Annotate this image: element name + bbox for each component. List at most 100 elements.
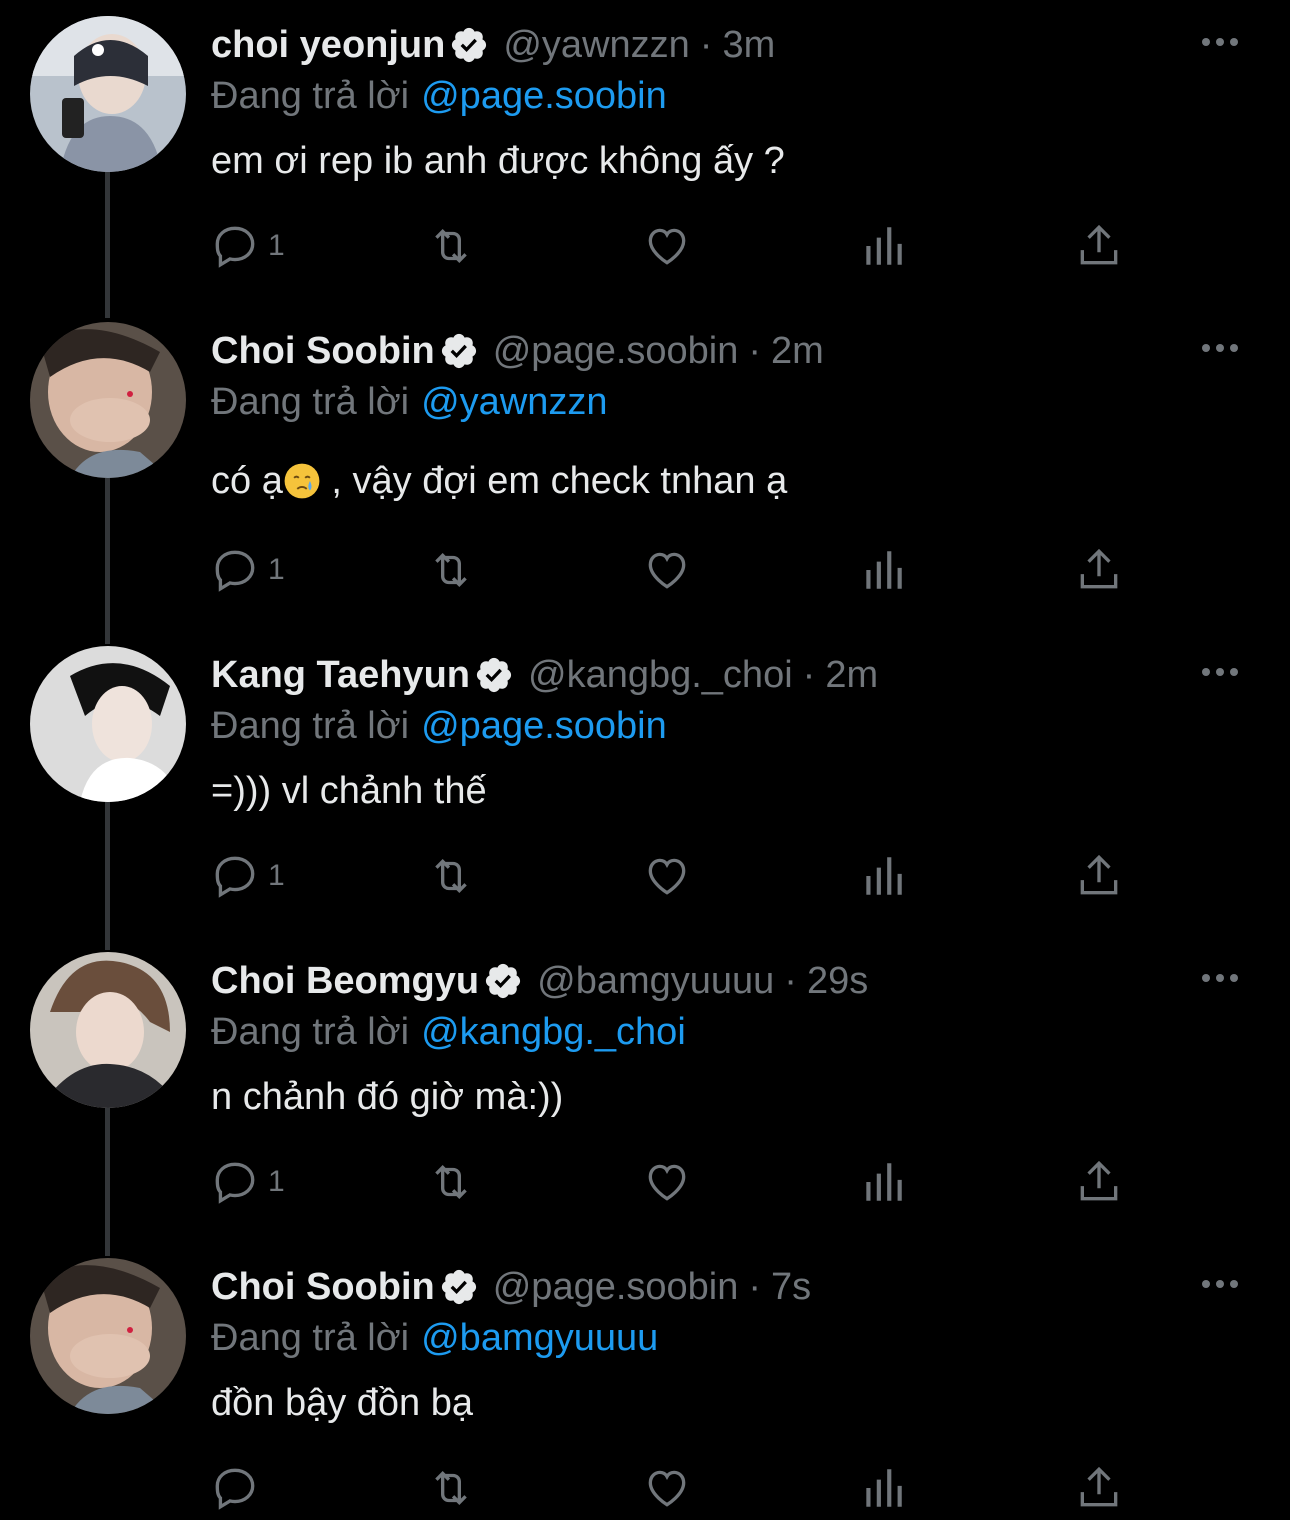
mention-link[interactable]: @yawnzzn [421,381,607,424]
tweet[interactable]: Choi Soobin @page.soobin · 7s Đang trả l… [0,1242,1290,1520]
share-button[interactable] [1074,542,1124,598]
like-button[interactable] [642,1460,692,1516]
views-button[interactable] [858,1154,908,1210]
retweet-icon [435,859,467,893]
handle[interactable]: @page.soobin [493,330,739,373]
handle[interactable]: @bamgyuuuu [537,960,774,1003]
more-icon[interactable] [1200,966,1240,990]
display-name[interactable]: Kang Taehyun [211,654,470,697]
like-button[interactable] [642,848,692,904]
views-icon [866,551,902,589]
replying-to: Đang trả lời @kangbg._choi [211,1008,686,1056]
share-icon [1080,224,1118,265]
avatar[interactable] [30,646,186,802]
mention-link[interactable]: @page.soobin [421,705,667,748]
timestamp[interactable]: 3m [722,24,775,67]
reply-count: 1 [268,229,285,262]
reply-button[interactable]: 1 [210,848,285,904]
views-button[interactable] [858,542,908,598]
retweet-button[interactable] [426,1154,476,1210]
share-icon [1080,1160,1118,1201]
display-name[interactable]: Choi Soobin [211,330,435,373]
tweet[interactable]: Kang Taehyun @kangbg._choi · 2m Đang trả… [0,630,1290,936]
views-icon [866,1469,902,1507]
replying-to: Đang trả lời @page.soobin [211,72,667,120]
retweet-icon [435,553,467,587]
reply-icon [215,1468,255,1510]
action-bar: 1 [210,218,1130,274]
more-icon[interactable] [1200,660,1240,684]
tweet[interactable]: choi yeonjun @yawnzzn · 3m Đang trả lời … [0,0,1290,306]
crying-face-emoji [284,463,320,499]
replying-to: Đang trả lời @bamgyuuuu [211,1314,658,1362]
display-name[interactable]: Choi Soobin [211,1266,435,1309]
more-icon[interactable] [1200,336,1240,360]
action-bar: 1 [210,542,1130,598]
share-icon [1080,854,1118,895]
mention-link[interactable]: @page.soobin [421,75,667,118]
like-button[interactable] [642,542,692,598]
share-button[interactable] [1074,218,1124,274]
reply-thread: choi yeonjun @yawnzzn · 3m Đang trả lời … [0,0,1290,1520]
reply-button[interactable]: 1 [210,1154,285,1210]
replying-to: Đang trả lời @yawnzzn [211,378,608,426]
heart-icon [648,1470,686,1507]
timestamp[interactable]: 7s [771,1266,811,1309]
more-icon[interactable] [1200,30,1240,54]
heart-icon [648,552,686,589]
retweet-icon [435,1165,467,1199]
avatar[interactable] [30,952,186,1108]
views-icon [866,227,902,265]
views-button[interactable] [858,1460,908,1516]
display-name[interactable]: Choi Beomgyu [211,960,479,1003]
share-button[interactable] [1074,1460,1124,1516]
reply-button[interactable]: 1 [210,218,285,274]
retweet-button[interactable] [426,542,476,598]
action-bar: 1 [210,848,1130,904]
handle[interactable]: @kangbg._choi [528,654,793,697]
tweet-text: đồn bậy đồn bạ [211,1381,474,1424]
display-name[interactable]: choi yeonjun [211,24,445,67]
replying-to-label: Đang trả lời [211,1010,410,1053]
share-button[interactable] [1074,1154,1124,1210]
replying-to: Đang trả lời @page.soobin [211,702,667,750]
tweet[interactable]: Choi Beomgyu @bamgyuuuu · 29s Đang trả l… [0,936,1290,1242]
handle[interactable]: @page.soobin [493,1266,739,1309]
reply-icon [215,550,255,592]
like-button[interactable] [642,218,692,274]
views-icon [866,857,902,895]
views-button[interactable] [858,218,908,274]
separator-dot: · [699,23,713,66]
avatar[interactable] [30,1258,186,1414]
tweet-text: =))) vl chảnh thế [211,769,487,812]
reply-button[interactable] [210,1460,268,1516]
views-button[interactable] [858,848,908,904]
like-button[interactable] [642,1154,692,1210]
handle[interactable]: @yawnzzn [503,24,689,67]
more-icon[interactable] [1200,1272,1240,1296]
tweet-text: n chảnh đó giờ mà:)) [211,1075,564,1118]
heart-icon [648,1164,686,1201]
retweet-button[interactable] [426,1460,476,1516]
retweet-button[interactable] [426,218,476,274]
timestamp[interactable]: 2m [771,330,824,373]
replying-to-label: Đang trả lời [211,1316,410,1359]
timestamp[interactable]: 2m [825,654,878,697]
share-icon [1080,548,1118,589]
share-button[interactable] [1074,848,1124,904]
verified-badge-icon [486,963,521,999]
mention-link[interactable]: @bamgyuuuu [421,1317,658,1360]
reply-icon [215,1162,255,1204]
verified-badge-icon [476,657,512,693]
retweet-button[interactable] [426,848,476,904]
timestamp[interactable]: 29s [807,960,868,1003]
separator-dot: · [784,959,797,1002]
mention-link[interactable]: @kangbg._choi [421,1011,686,1054]
avatar[interactable] [30,16,186,172]
tweet-text-start: có ạ [211,459,283,502]
avatar[interactable] [30,322,186,478]
tweet-text: có ạ , vậy đợi em check tnhan ạ [211,456,787,506]
reply-button[interactable]: 1 [210,542,285,598]
tweet-text-end: , vậy đợi em check tnhan ạ [320,459,788,502]
tweet[interactable]: Choi Soobin @page.soobin · 2m Đang trả l… [0,306,1290,612]
